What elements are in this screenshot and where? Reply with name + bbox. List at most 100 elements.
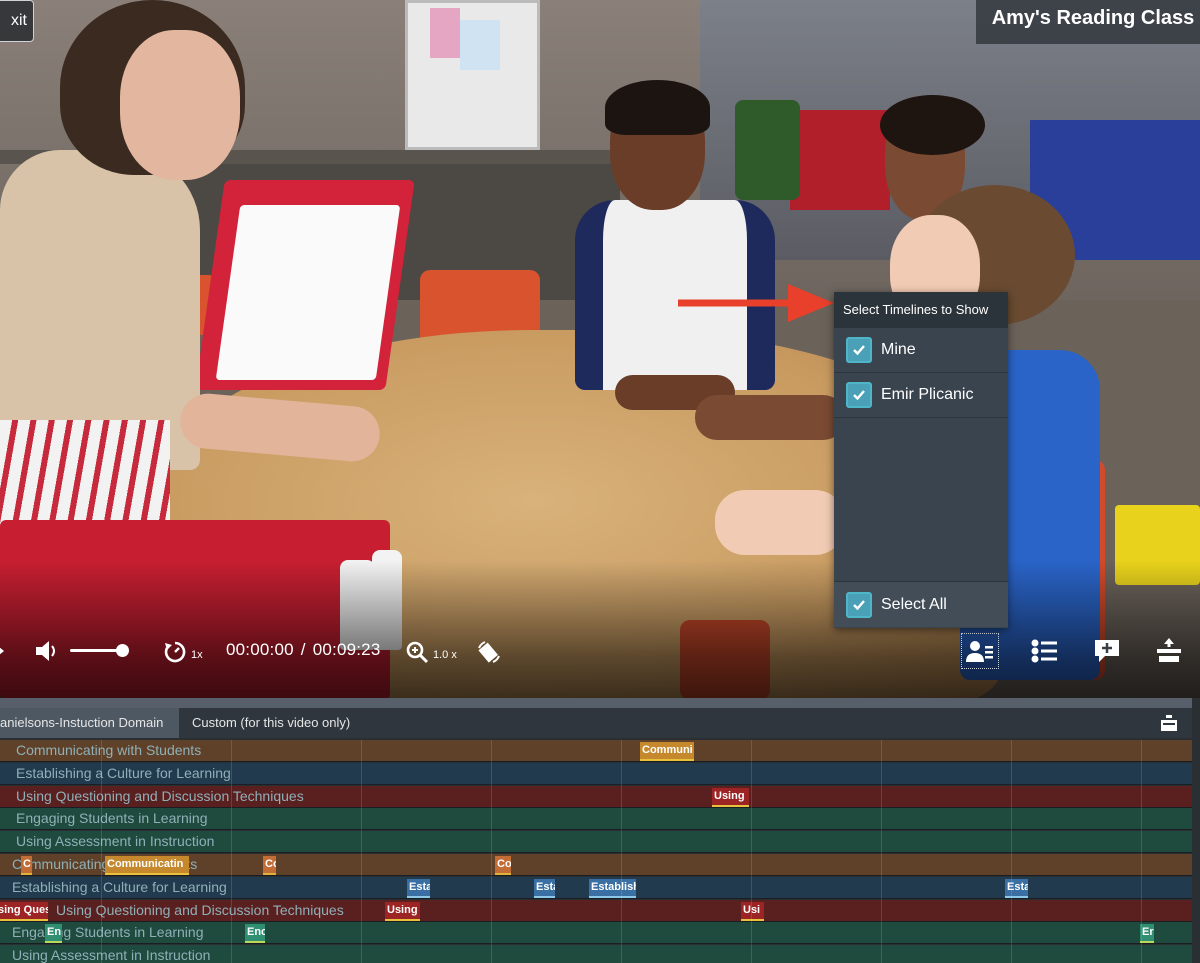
timeline-option-label: Emir Plicanic — [881, 386, 974, 403]
timeline-marker[interactable]: Establish — [589, 878, 636, 898]
timeline-gridline — [101, 740, 102, 963]
timeline-track-row[interactable]: Establishing a Culture for Learning — [0, 762, 1192, 785]
video-player[interactable] — [0, 0, 1200, 698]
timeline-track-label: Engaging Students in Learning — [16, 810, 208, 827]
timeline-gridline — [231, 740, 232, 963]
rotate-icon[interactable] — [476, 639, 502, 665]
playback-speed-button[interactable]: 1x — [163, 639, 203, 665]
select-all-checkbox[interactable] — [846, 591, 872, 618]
student-figure — [605, 80, 710, 135]
timeline-track-row[interactable]: Using Questioning and Discussion Techniq… — [0, 785, 1192, 808]
tab-danielsons-domain[interactable]: anielsons-Instuction Domain — [0, 708, 179, 738]
timeline-option-mine[interactable]: Mine — [834, 328, 1008, 373]
timeline-marker[interactable]: Co — [495, 856, 511, 875]
timelines-popup: Select Timelines to Show Mine Emir Plica… — [834, 292, 1008, 628]
time-separator: / — [300, 640, 306, 659]
timeline-option-emir-plicanic[interactable]: Emir Plicanic — [834, 373, 1008, 418]
timeline-gridline — [491, 740, 492, 963]
video-title: Amy's Reading Class — [976, 0, 1200, 44]
time-readout: 00:00:00 / 00:09:23 — [226, 640, 381, 660]
timeline-checkbox[interactable] — [846, 337, 872, 363]
timeline-marker[interactable]: C — [21, 856, 32, 875]
timelines-popup-title: Select Timelines to Show — [834, 292, 1008, 328]
zoom-label: 1.0 x — [433, 649, 457, 661]
timeline-marker[interactable]: Using — [385, 901, 420, 921]
timeline-track-label: Engaging Students in Learning — [12, 924, 204, 941]
timeline-track-label: Establishing a Culture for Learning — [16, 764, 231, 781]
zoom-button[interactable]: 1.0 x — [405, 639, 457, 665]
domain-tabs: anielsons-Instuction Domain Custom (for … — [0, 708, 1192, 738]
timeline-marker[interactable]: sing Ques — [0, 901, 48, 921]
speed-label: 1x — [191, 649, 203, 661]
red-arrow-annotation — [678, 284, 834, 322]
list-icon[interactable] — [1030, 637, 1058, 665]
timeline-marker[interactable]: Communicatin — [105, 856, 189, 875]
select-all-label: Select All — [881, 595, 947, 613]
volume-slider[interactable] — [70, 643, 130, 657]
timeline-marker[interactable]: Co — [263, 856, 276, 875]
timeline-track-row[interactable]: Using Assessment in Instruction — [0, 945, 1192, 963]
timeline-track-row[interactable]: Establishing a Culture for Learning Esta E… — [0, 876, 1192, 899]
timeline-marker[interactable]: Communi — [640, 742, 694, 761]
timelines-toggle-button[interactable] — [961, 633, 999, 669]
tab-custom[interactable]: Custom (for this video only) — [180, 708, 380, 738]
timeline-track-row[interactable]: Communicating with Students Communi — [0, 740, 1192, 762]
timelines-popup-spacer — [834, 418, 1008, 582]
classroom-green-bin — [735, 100, 800, 200]
timeline-track-row[interactable]: Engaging Students in LearningEn Enc Er — [0, 922, 1192, 945]
timeline-gridline — [361, 740, 362, 963]
timeline-marker[interactable]: Esta — [1005, 878, 1028, 898]
play-icon[interactable] — [0, 643, 4, 659]
timeline-marker[interactable]: Er — [1140, 924, 1154, 944]
video-scrubber[interactable] — [0, 698, 1192, 708]
volume-knob[interactable] — [116, 644, 129, 657]
timeline-marker[interactable]: Esta — [534, 878, 555, 898]
classroom-whiteboard — [215, 205, 401, 380]
select-all-option[interactable]: Select All — [834, 582, 1008, 627]
timeline-gridline — [1011, 740, 1012, 963]
timeline-track-row[interactable]: Using Questioning and Discussion Techniq… — [0, 899, 1192, 922]
volume-track — [70, 649, 122, 652]
timeline-track-label: Using Assessment in Instruction — [12, 947, 211, 963]
timeline-option-label: Mine — [881, 341, 916, 358]
check-icon — [853, 390, 865, 401]
timeline-gridline — [881, 740, 882, 963]
timeline-marker[interactable]: Usi — [741, 901, 764, 921]
timeline-track-label: Using Questioning and Discussion Techniq… — [16, 787, 304, 804]
timeline-marker[interactable]: Using — [712, 787, 749, 807]
total-time: 00:09:23 — [312, 640, 381, 659]
timeline-track-row[interactable]: Engaging Students in Learning — [0, 808, 1192, 831]
timeline-gridline — [621, 740, 622, 963]
player-controls: 1x 00:00:00 / 00:09:23 1.0 x — [0, 625, 1200, 675]
classroom-cart — [790, 110, 890, 210]
timeline-track-label: Using Assessment in Instruction — [16, 833, 215, 850]
timeline-track-label: Communicating with Students — [16, 742, 202, 758]
timeline-marker[interactable]: Enc — [245, 924, 265, 944]
comment-add-icon[interactable] — [1093, 637, 1121, 665]
timeline-gridline — [751, 740, 752, 963]
timeline-track-row[interactable]: Communicating with StudentsCCommunicatin… — [0, 854, 1192, 876]
exit-button[interactable]: xit — [0, 0, 34, 42]
user-list-icon — [966, 641, 993, 662]
timeline-marker[interactable]: Esta — [407, 878, 430, 898]
student-figure — [695, 395, 845, 440]
timeline-track-label: Establishing a Culture for Learning — [12, 878, 227, 895]
student-figure — [880, 95, 985, 155]
classroom-note — [460, 20, 500, 70]
check-icon — [853, 599, 865, 610]
timeline-track-row[interactable]: Using Assessment in Instruction — [0, 831, 1192, 854]
timeline-tracks: Communicating with Students Communi Establ… — [0, 740, 1192, 963]
timeline-marker[interactable]: En — [45, 924, 62, 944]
volume-icon[interactable] — [34, 639, 60, 663]
current-time: 00:00:00 — [226, 640, 294, 659]
replay-speed-icon — [164, 641, 186, 663]
timeline-track-label: Using Questioning and Discussion Techniq… — [56, 901, 344, 918]
teacher-figure — [120, 30, 240, 180]
collapse-icon[interactable] — [1160, 715, 1178, 731]
split-icon[interactable] — [1155, 637, 1183, 665]
check-icon — [853, 345, 865, 356]
classroom-note — [430, 8, 460, 58]
timeline-checkbox[interactable] — [846, 382, 872, 408]
zoom-in-icon — [406, 641, 429, 664]
coding-panel: anielsons-Instuction Domain Custom (for … — [0, 698, 1200, 963]
